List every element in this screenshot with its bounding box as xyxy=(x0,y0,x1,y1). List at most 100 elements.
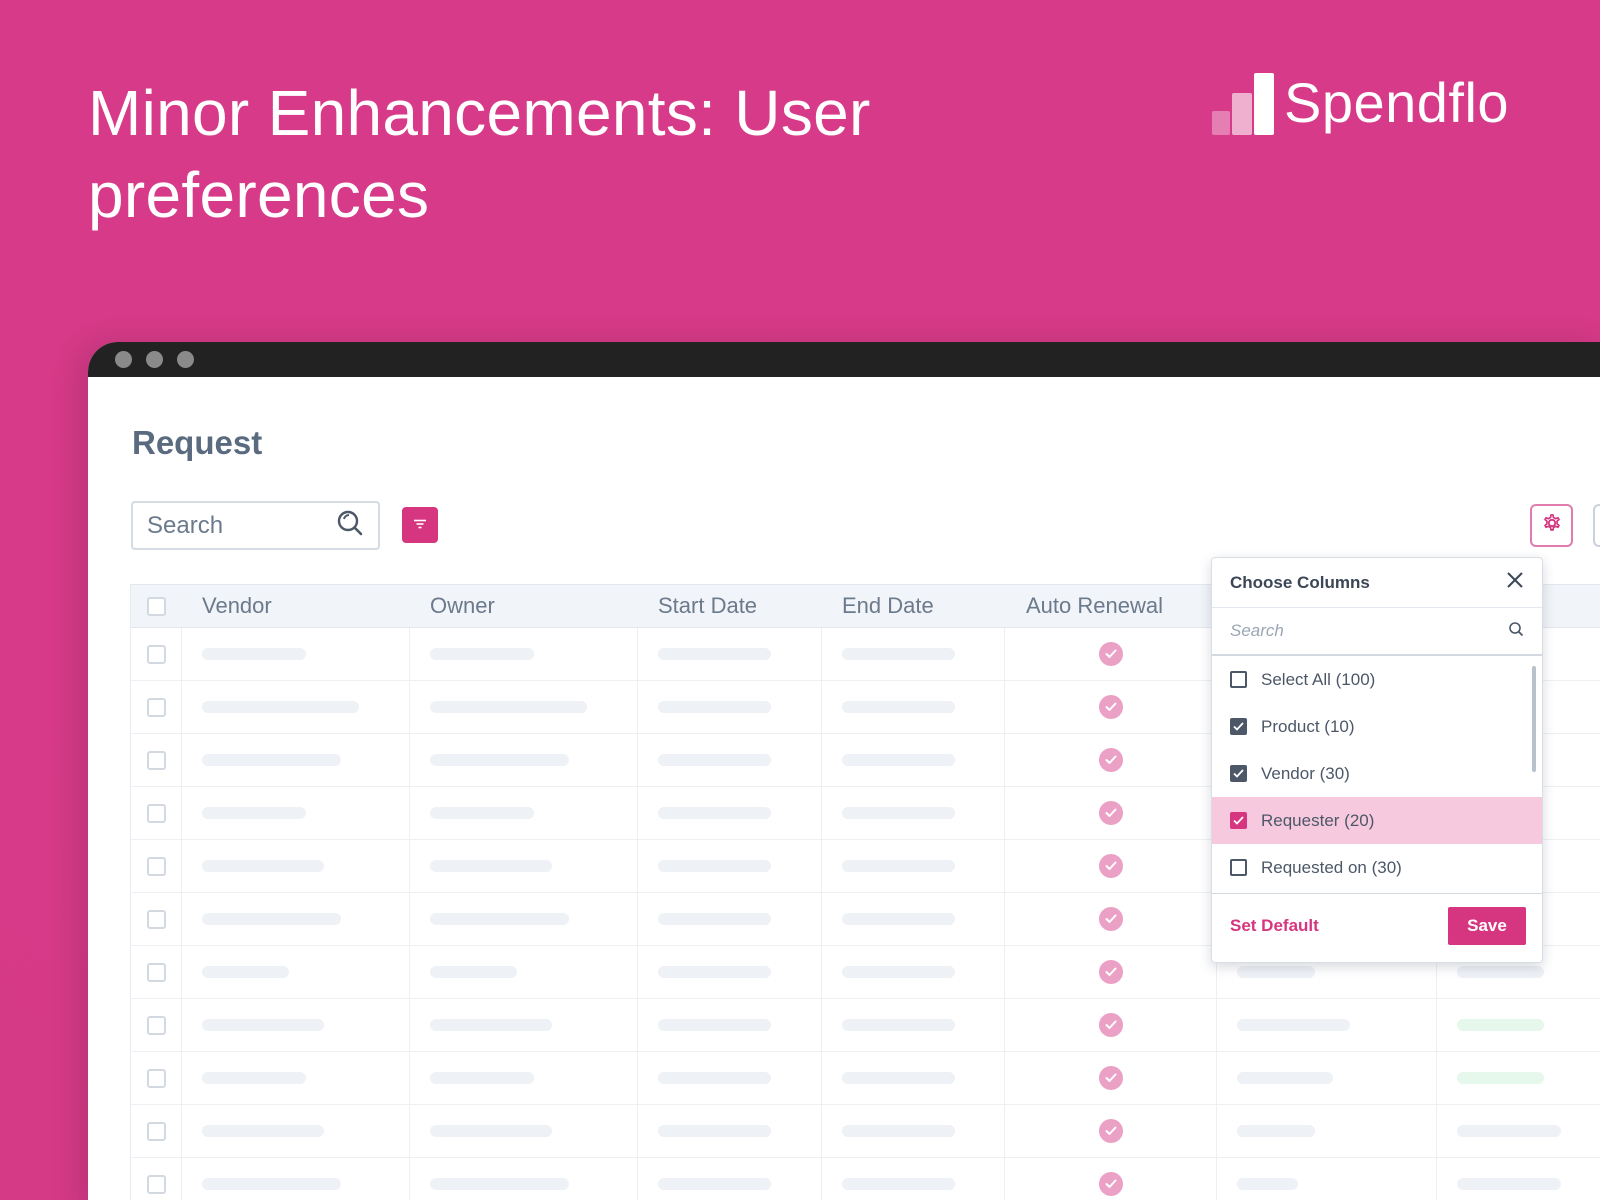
choose-columns-panel: Choose Columns Select All (100) Product … xyxy=(1211,557,1543,963)
skeleton-placeholder xyxy=(201,701,359,713)
column-search-input[interactable] xyxy=(1230,621,1470,641)
check-icon xyxy=(1098,801,1123,825)
row-checkbox[interactable] xyxy=(147,856,166,876)
skeleton-placeholder xyxy=(657,1178,771,1190)
column-option[interactable]: Vendor (30) xyxy=(1212,750,1542,797)
filter-button[interactable] xyxy=(402,507,438,543)
panel-footer: Set Default Save xyxy=(1212,894,1542,958)
option-checkbox[interactable] xyxy=(1230,671,1247,688)
skeleton-placeholder xyxy=(657,1125,771,1137)
skeleton-placeholder xyxy=(841,1178,955,1190)
column-header-vendor[interactable]: Vendor xyxy=(182,593,410,619)
check-icon xyxy=(1098,854,1123,878)
set-default-link[interactable]: Set Default xyxy=(1230,916,1319,936)
check-icon xyxy=(1098,695,1123,719)
skeleton-placeholder xyxy=(657,1019,771,1031)
skeleton-placeholder xyxy=(1237,1178,1299,1190)
table-row[interactable] xyxy=(131,1158,1600,1200)
table-row[interactable] xyxy=(131,1052,1600,1105)
skeleton-placeholder xyxy=(429,754,569,766)
option-label: Requester (20) xyxy=(1261,810,1375,830)
column-header-end-date[interactable]: End Date xyxy=(822,593,1006,619)
option-label: Vendor (30) xyxy=(1261,763,1350,783)
window-maximize-dot[interactable] xyxy=(177,351,194,368)
search-icon[interactable] xyxy=(336,509,364,542)
skeleton-placeholder xyxy=(1237,1019,1351,1031)
option-label: Requested on (30) xyxy=(1261,857,1402,877)
search-icon[interactable] xyxy=(1508,621,1524,642)
window-minimize-dot[interactable] xyxy=(146,351,163,368)
save-button[interactable]: Save xyxy=(1448,907,1526,945)
skeleton-placeholder xyxy=(429,1178,569,1190)
skeleton-placeholder xyxy=(657,754,771,766)
skeleton-placeholder xyxy=(201,1125,324,1137)
skeleton-placeholder xyxy=(841,701,955,713)
row-checkbox[interactable] xyxy=(147,909,166,929)
table-row[interactable] xyxy=(131,999,1600,1052)
column-option[interactable]: Select All (100) xyxy=(1212,656,1542,703)
column-header-start-date[interactable]: Start Date xyxy=(638,593,822,619)
search-box[interactable] xyxy=(131,501,380,550)
skeleton-placeholder xyxy=(1457,966,1545,978)
option-checkbox[interactable] xyxy=(1230,718,1247,735)
skeleton-placeholder xyxy=(429,1019,552,1031)
check-icon xyxy=(1233,722,1244,731)
options-scrollbar[interactable] xyxy=(1532,666,1536,772)
skeleton-placeholder xyxy=(657,966,771,978)
row-checkbox[interactable] xyxy=(147,697,166,717)
column-settings-button[interactable] xyxy=(1530,504,1573,547)
check-icon xyxy=(1233,816,1244,825)
search-input[interactable] xyxy=(147,511,317,540)
skeleton-placeholder xyxy=(1457,1125,1562,1137)
column-option[interactable]: Requested on (30) xyxy=(1212,844,1542,891)
table-row[interactable] xyxy=(131,1105,1600,1158)
check-icon xyxy=(1098,1119,1123,1143)
option-checkbox[interactable] xyxy=(1230,812,1247,829)
option-label: Select All (100) xyxy=(1261,669,1376,689)
app-window: Request Vendor Owner Start Date End Date… xyxy=(88,342,1600,1200)
column-header-owner[interactable]: Owner xyxy=(410,593,638,619)
window-close-dot[interactable] xyxy=(115,351,132,368)
panel-search-box xyxy=(1212,608,1542,656)
skeleton-placeholder xyxy=(429,966,517,978)
skeleton-placeholder xyxy=(841,913,955,925)
filter-icon xyxy=(413,516,427,534)
skeleton-placeholder xyxy=(657,1072,771,1084)
window-titlebar xyxy=(88,342,1600,377)
brand-name: Spendflo xyxy=(1284,71,1510,134)
skeleton-placeholder xyxy=(657,701,771,713)
column-option[interactable]: Requester (20) xyxy=(1212,797,1542,844)
row-checkbox[interactable] xyxy=(147,1015,166,1035)
skeleton-placeholder xyxy=(1237,1072,1334,1084)
page-title: Request xyxy=(132,424,263,461)
option-checkbox[interactable] xyxy=(1230,859,1247,876)
row-checkbox[interactable] xyxy=(147,962,166,982)
check-icon xyxy=(1098,748,1123,772)
skeleton-placeholder xyxy=(841,860,955,872)
partial-toolbar-button[interactable] xyxy=(1593,504,1600,547)
skeleton-placeholder xyxy=(841,1019,955,1031)
row-checkbox[interactable] xyxy=(147,1068,166,1088)
brand-logo: Spendflo xyxy=(1212,68,1509,138)
column-header-auto-renewal[interactable]: Auto Renewal xyxy=(1006,593,1218,619)
skeleton-placeholder xyxy=(1457,1019,1545,1031)
column-option[interactable]: Product (10) xyxy=(1212,703,1542,750)
skeleton-placeholder xyxy=(201,913,341,925)
skeleton-placeholder xyxy=(429,648,534,660)
skeleton-placeholder xyxy=(1457,1178,1562,1190)
option-checkbox[interactable] xyxy=(1230,765,1247,782)
panel-header: Choose Columns xyxy=(1212,558,1542,608)
skeleton-placeholder xyxy=(841,754,955,766)
check-icon xyxy=(1098,1066,1123,1090)
check-icon xyxy=(1098,1013,1123,1037)
skeleton-placeholder xyxy=(201,807,306,819)
select-all-checkbox[interactable] xyxy=(147,596,166,616)
row-checkbox[interactable] xyxy=(147,1174,166,1194)
close-icon[interactable] xyxy=(1506,571,1524,594)
gear-icon xyxy=(1540,511,1564,540)
row-checkbox[interactable] xyxy=(147,1121,166,1141)
skeleton-placeholder xyxy=(657,648,771,660)
row-checkbox[interactable] xyxy=(147,803,166,823)
row-checkbox[interactable] xyxy=(147,750,166,770)
row-checkbox[interactable] xyxy=(147,644,166,664)
